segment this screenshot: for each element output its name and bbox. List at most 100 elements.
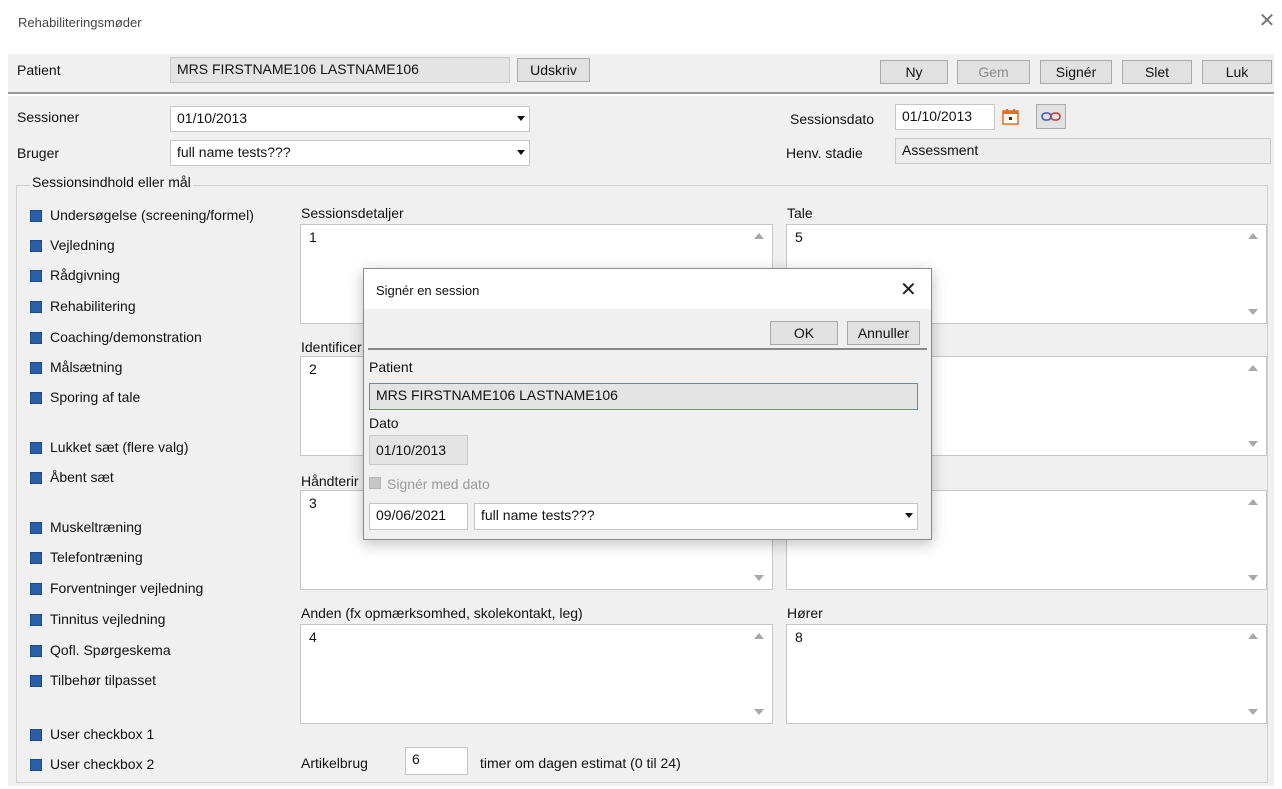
checkbox-label: Qofl. Spørgeskema: [50, 642, 171, 658]
checkbox-label: Muskeltræning: [50, 519, 142, 535]
handling-label: Håndterir: [301, 473, 359, 489]
user-combo[interactable]: full name tests???: [170, 140, 530, 166]
scroll-up-icon[interactable]: [1248, 365, 1258, 371]
new-button[interactable]: Ny: [880, 60, 948, 84]
article-use-input[interactable]: 6: [405, 747, 468, 775]
article-use-suffix: timer om dagen estimat (0 til 24): [480, 755, 681, 771]
checkbox[interactable]: [30, 472, 42, 484]
checkbox[interactable]: [30, 759, 42, 771]
scroll-down-icon[interactable]: [1248, 441, 1258, 447]
scroll-down-icon[interactable]: [754, 709, 764, 715]
patient-label: Patient: [17, 62, 61, 78]
checkbox-label: Rehabilitering: [50, 298, 136, 314]
checkbox[interactable]: [30, 270, 42, 282]
handling-text: 3: [309, 495, 317, 511]
scroll-down-icon[interactable]: [754, 575, 764, 581]
checkbox-label: Tinnitus vejledning: [50, 611, 166, 627]
close-button[interactable]: Luk: [1202, 60, 1272, 84]
listener-label: Hører: [787, 605, 823, 621]
scroll-down-icon[interactable]: [1248, 709, 1258, 715]
sessions-label: Sessioner: [17, 109, 80, 125]
link-icon[interactable]: [1036, 104, 1066, 129]
chevron-down-icon[interactable]: [905, 513, 913, 518]
scroll-up-icon[interactable]: [1248, 499, 1258, 505]
sign-button[interactable]: Signér: [1040, 60, 1112, 84]
chevron-down-icon[interactable]: [517, 150, 525, 155]
scroll-up-icon[interactable]: [1248, 633, 1258, 639]
dialog-title-bar: Signér en session ✕: [364, 269, 931, 309]
checkbox[interactable]: [30, 614, 42, 626]
checkbox[interactable]: [30, 552, 42, 564]
session-date-label: Sessionsdato: [790, 111, 875, 127]
close-icon[interactable]: ✕: [900, 277, 917, 302]
checkbox[interactable]: [30, 210, 42, 222]
checkbox-label: Undersøgelse (screening/formel): [50, 207, 254, 223]
rehab-meetings-window: Rehabiliteringsmøder ✕ Patient MRS FIRST…: [0, 0, 1282, 789]
listener-text: 8: [795, 629, 803, 645]
toolbar-separator: [8, 92, 1274, 94]
checkbox[interactable]: [30, 645, 42, 657]
referral-stage-label: Henv. stadie: [786, 145, 863, 161]
sessions-combo-value: 01/10/2013: [177, 110, 248, 126]
sign-session-dialog: Signér en session ✕ OK Annuller Patient …: [363, 268, 932, 540]
session-date-input[interactable]: 01/10/2013: [895, 104, 995, 130]
checkbox-label: Forventninger vejledning: [50, 580, 204, 596]
checkbox-label: Rådgivning: [50, 267, 121, 283]
dialog-date-label: Dato: [369, 415, 399, 431]
checkbox-label: Åbent sæt: [50, 469, 114, 485]
other-textarea[interactable]: 4: [300, 624, 773, 724]
sign-with-date-checkbox[interactable]: [369, 477, 381, 489]
checkbox-label: Målsætning: [50, 359, 123, 375]
checkbox[interactable]: [30, 522, 42, 534]
cancel-button[interactable]: Annuller: [847, 321, 920, 345]
delete-button[interactable]: Slet: [1122, 60, 1192, 84]
ok-button[interactable]: OK: [770, 321, 838, 345]
save-button[interactable]: Gem: [957, 60, 1030, 84]
checkbox[interactable]: [30, 583, 42, 595]
user-label: Bruger: [17, 145, 60, 161]
session-details-text: 1: [309, 229, 317, 245]
listener-textarea[interactable]: 8: [786, 624, 1267, 724]
checkbox-label: Lukket sæt (flere valg): [50, 439, 189, 455]
checkbox[interactable]: [30, 392, 42, 404]
print-button[interactable]: Udskriv: [517, 58, 590, 82]
other-text: 4: [309, 629, 317, 645]
checkbox[interactable]: [30, 729, 42, 741]
scroll-down-icon[interactable]: [1248, 309, 1258, 315]
sessions-combo[interactable]: 01/10/2013: [170, 106, 530, 132]
checkbox-label: Vejledning: [50, 237, 115, 253]
dialog-separator: [368, 348, 927, 350]
dialog-title: Signér en session: [376, 283, 480, 298]
scroll-up-icon[interactable]: [754, 633, 764, 639]
user-combo-value: full name tests???: [177, 144, 291, 160]
dialog-date-field: 01/10/2013: [369, 435, 468, 465]
close-window-icon[interactable]: ✕: [1256, 10, 1278, 32]
session-content-group-title: Sessionsindhold eller mål: [30, 174, 193, 190]
signer-combo[interactable]: full name tests???: [474, 503, 918, 530]
sign-with-date-label: Signér med dato: [387, 476, 490, 492]
chevron-down-icon[interactable]: [517, 116, 525, 121]
checkbox[interactable]: [30, 301, 42, 313]
checkbox[interactable]: [30, 240, 42, 252]
checkbox[interactable]: [30, 332, 42, 344]
session-details-label: Sessionsdetaljer: [301, 205, 404, 221]
calendar-icon[interactable]: [1000, 106, 1022, 128]
speech-text: 5: [795, 229, 803, 245]
scroll-down-icon[interactable]: [1248, 575, 1258, 581]
scroll-up-icon[interactable]: [754, 233, 764, 239]
sign-date-input[interactable]: 09/06/2021: [369, 503, 468, 530]
scroll-up-icon[interactable]: [1248, 233, 1258, 239]
checkbox[interactable]: [30, 675, 42, 687]
checkbox-label: Telefontræning: [50, 549, 143, 565]
checkbox[interactable]: [30, 442, 42, 454]
identification-text: 2: [309, 361, 317, 377]
checkbox-label: User checkbox 2: [50, 756, 155, 772]
identification-label: Identificer: [301, 339, 362, 355]
checkbox-label: User checkbox 1: [50, 726, 155, 742]
signer-combo-value: full name tests???: [481, 507, 595, 523]
checkbox-label: Coaching/demonstration: [50, 329, 202, 345]
article-use-label: Artikelbrug: [301, 755, 368, 771]
patient-name-field: MRS FIRSTNAME106 LASTNAME106: [170, 57, 510, 83]
other-label: Anden (fx opmærksomhed, skolekontakt, le…: [301, 605, 583, 621]
checkbox[interactable]: [30, 362, 42, 374]
